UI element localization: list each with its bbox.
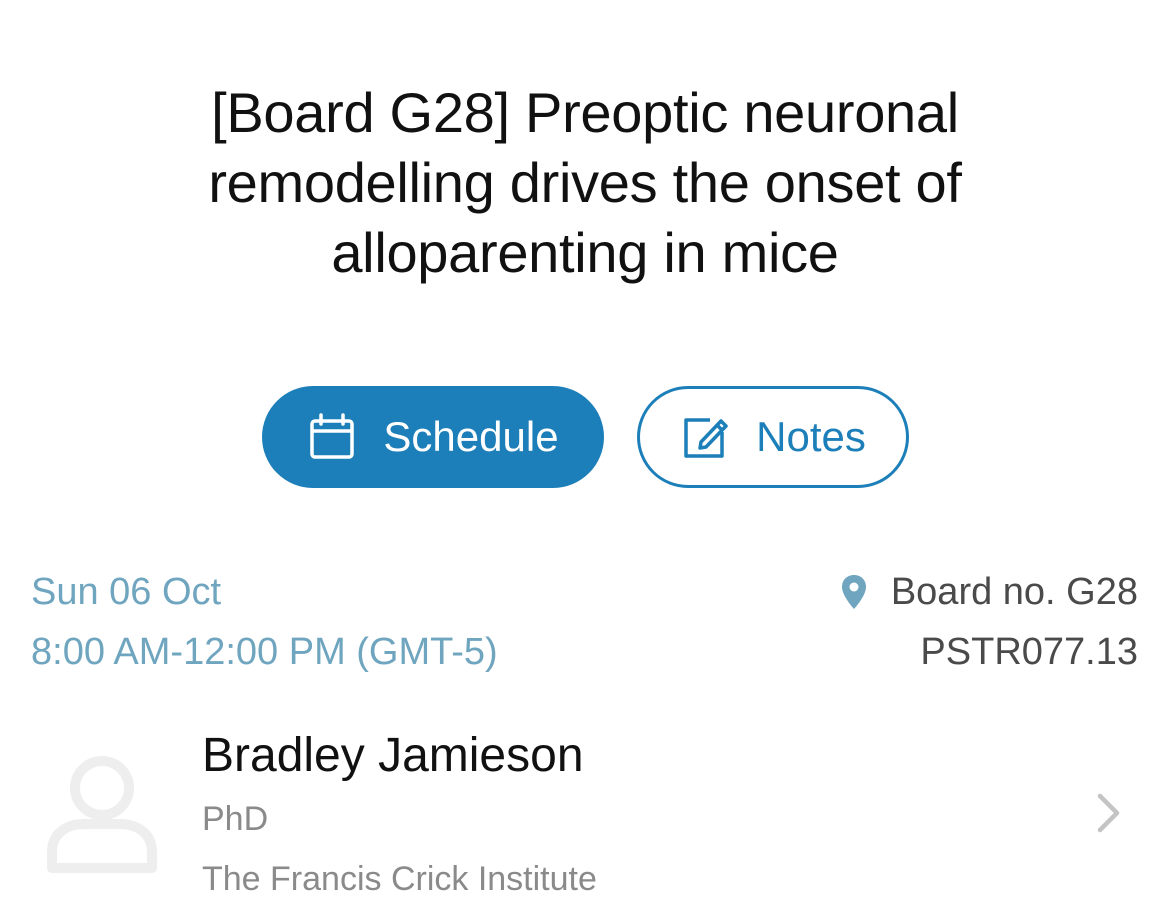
author-institution: The Francis Crick Institute — [202, 860, 597, 898]
calendar-icon — [307, 412, 357, 462]
author-row[interactable]: Bradley Jamieson PhD The Francis Crick I… — [0, 720, 1170, 922]
board-number: Board no. G28 — [890, 571, 1138, 613]
poster-title: [Board G28] Preoptic neuronal remodellin… — [208, 81, 962, 284]
person-placeholder-icon — [44, 748, 160, 876]
author-name: Bradley Jamieson — [202, 729, 584, 782]
author-degree: PhD — [202, 800, 269, 838]
chevron-right-icon — [1096, 792, 1122, 834]
session-time: 8:00 AM-12:00 PM (GMT-5) — [31, 631, 498, 673]
edit-note-icon — [680, 412, 730, 462]
session-location: Board no. G28 PSTR077.13 — [841, 562, 1138, 682]
map-pin-icon — [841, 574, 867, 610]
notes-button[interactable]: Notes — [637, 386, 909, 488]
session-datetime: Sun 06 Oct 8:00 AM-12:00 PM (GMT-5) — [31, 562, 498, 682]
presentation-code: PSTR077.13 — [920, 631, 1138, 673]
notes-label: Notes — [756, 413, 866, 460]
session-date: Sun 06 Oct — [31, 571, 222, 613]
schedule-label: Schedule — [383, 413, 559, 460]
schedule-button[interactable]: Schedule — [262, 386, 604, 488]
